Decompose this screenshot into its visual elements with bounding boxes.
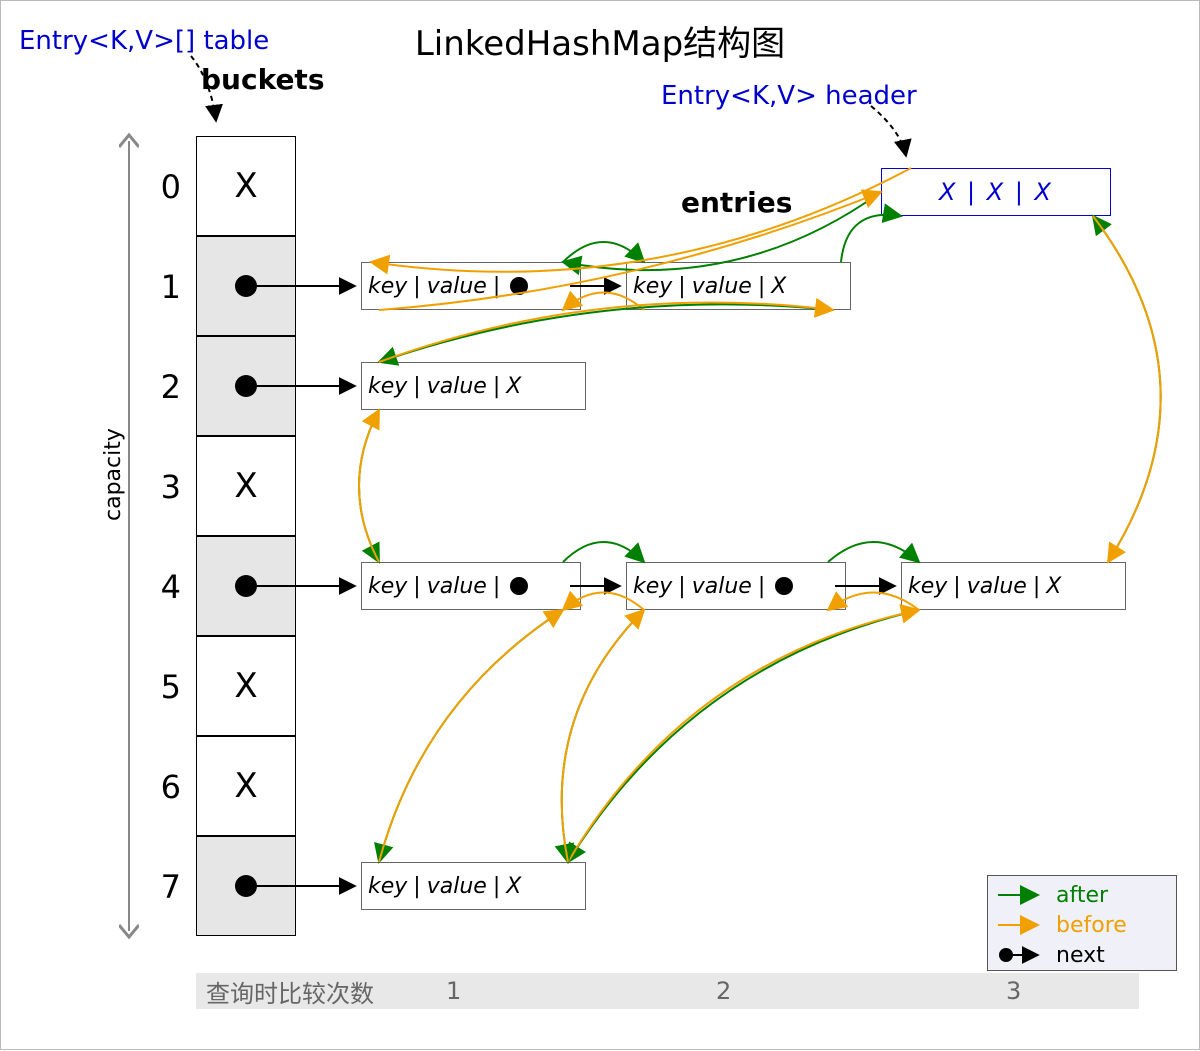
bucket-1 [196, 236, 296, 336]
bucket-x: X [197, 166, 295, 206]
bucket-5: X [196, 636, 296, 736]
entry-next-x: X [765, 274, 792, 299]
bucket-4 [196, 536, 296, 636]
footer-label: 查询时比较次数 [196, 974, 426, 1009]
entry-key: key [362, 574, 413, 599]
label-buckets: buckets [201, 63, 324, 96]
bucket-x: X [197, 466, 295, 506]
entry-e2a: key|value|X [361, 362, 586, 410]
bucket-3: X [196, 436, 296, 536]
entry-next-dot [510, 277, 528, 295]
diagram-canvas: LinkedHashMap结构图 Entry<K,V>[] table Entr… [0, 0, 1200, 1050]
header-entry-text: X | X | X [939, 178, 1053, 206]
entry-e1a: key|value| [361, 262, 581, 310]
bucket-6: X [196, 736, 296, 836]
footer-bar: 查询时比较次数 1 2 3 [196, 973, 1139, 1009]
footer-col-1: 1 [446, 977, 461, 1005]
entry-next-x: X [1040, 574, 1067, 599]
bucket-index-1: 1 [141, 268, 181, 306]
bucket-index-3: 3 [141, 468, 181, 506]
footer-col-2: 2 [716, 977, 731, 1005]
bucket-dot [235, 875, 257, 897]
entry-value: value [421, 374, 493, 399]
entry-key: key [362, 374, 413, 399]
entry-e7a: key|value|X [361, 862, 586, 910]
bucket-dot [235, 375, 257, 397]
entry-key: key [362, 274, 413, 299]
bucket-index-0: 0 [141, 168, 181, 206]
entry-next-x: X [500, 874, 527, 899]
bucket-index-4: 4 [141, 568, 181, 606]
header-entry: X | X | X [881, 168, 1111, 216]
entry-value: value [961, 574, 1033, 599]
entry-key: key [627, 274, 678, 299]
entry-next-dot [510, 577, 528, 595]
legend-before: before [996, 910, 1168, 940]
bucket-index-5: 5 [141, 668, 181, 706]
entry-next-dot [775, 577, 793, 595]
bucket-index-2: 2 [141, 368, 181, 406]
entry-key: key [627, 574, 678, 599]
entry-e4b: key|value| [626, 562, 846, 610]
bucket-dot [235, 275, 257, 297]
footer-col-3: 3 [1006, 977, 1021, 1005]
bucket-7 [196, 836, 296, 936]
bucket-x: X [197, 666, 295, 706]
entry-e4c: key|value|X [901, 562, 1126, 610]
legend-next: next [996, 940, 1168, 970]
legend: after before next [987, 875, 1177, 971]
legend-after: after [996, 880, 1168, 910]
label-table: Entry<K,V>[] table [19, 26, 269, 56]
label-entries: entries [681, 186, 792, 219]
entry-key: key [902, 574, 953, 599]
label-header: Entry<K,V> header [661, 81, 917, 111]
entry-value: value [421, 874, 493, 899]
bucket-2 [196, 336, 296, 436]
entry-next-x: X [500, 374, 527, 399]
bucket-index-6: 6 [141, 768, 181, 806]
bucket-index-7: 7 [141, 868, 181, 906]
entry-value: value [686, 274, 758, 299]
entry-value: value [421, 574, 493, 599]
entry-value: value [421, 274, 493, 299]
entry-value: value [686, 574, 758, 599]
entry-e4a: key|value| [361, 562, 581, 610]
label-capacity: capacity [101, 428, 126, 521]
bucket-x: X [197, 766, 295, 806]
entry-key: key [362, 874, 413, 899]
entry-e1b: key|value|X [626, 262, 851, 310]
bucket-0: X [196, 136, 296, 236]
bucket-dot [235, 575, 257, 597]
